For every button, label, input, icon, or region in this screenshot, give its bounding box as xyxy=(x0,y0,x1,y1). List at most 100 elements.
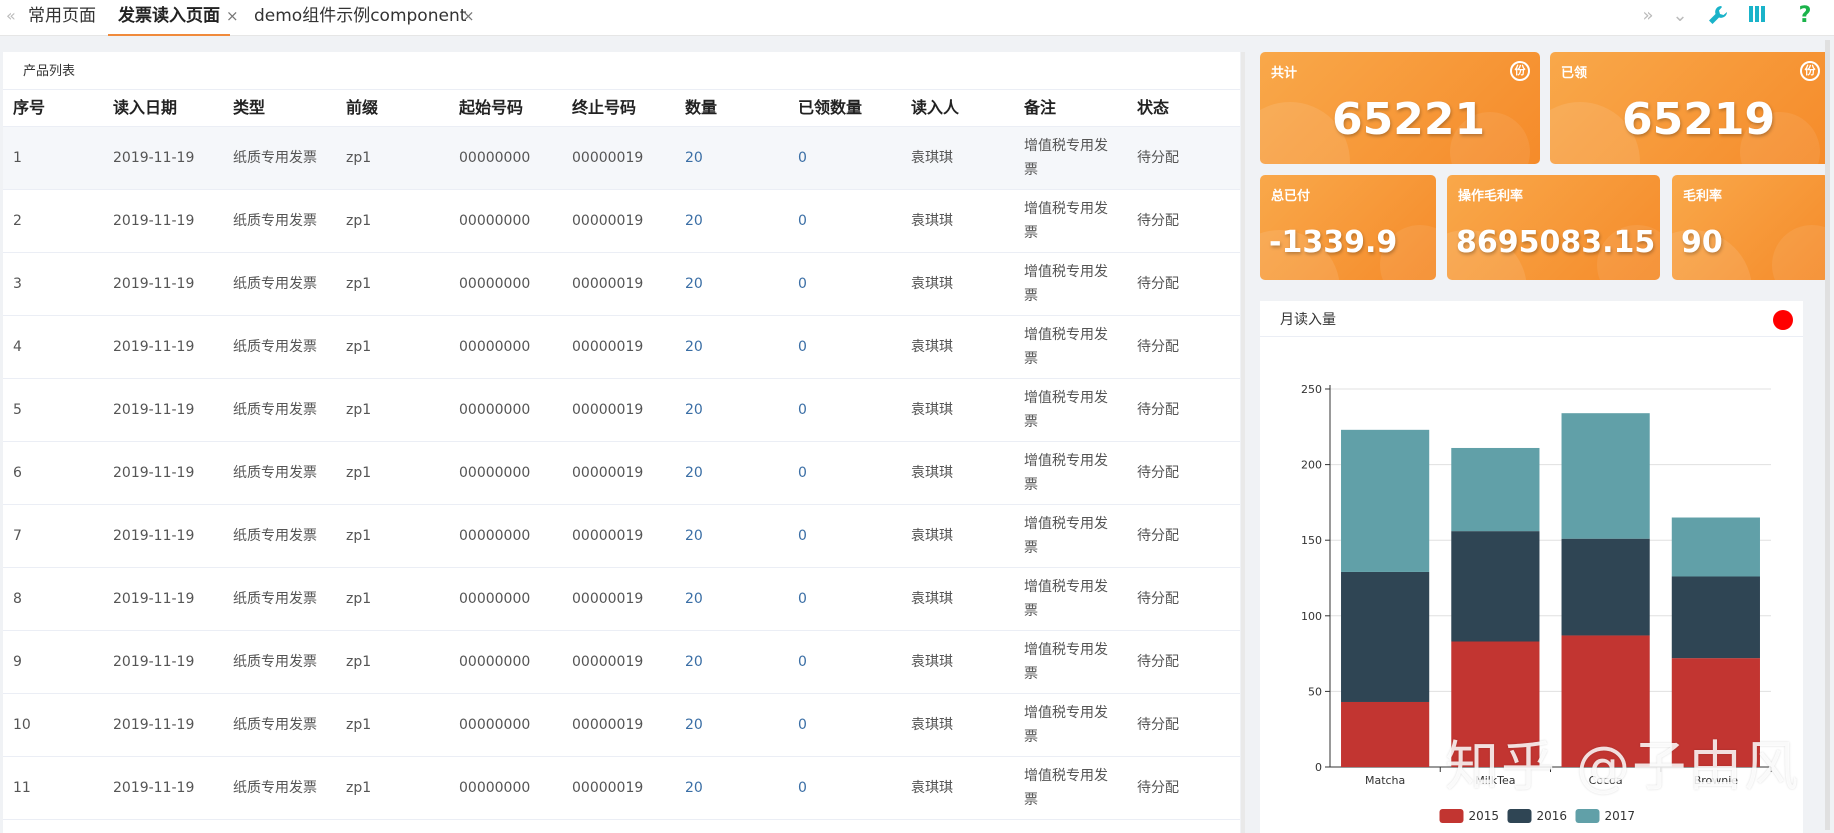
stat-badge-icon: 份 xyxy=(1510,61,1530,81)
cell-type: 纸质专用发票 xyxy=(233,465,317,481)
cell-status: 待分配 xyxy=(1137,150,1179,166)
column-header[interactable]: 读入日期 xyxy=(113,90,177,126)
column-header[interactable]: 序号 xyxy=(13,90,45,126)
cell-date: 2019-11-19 xyxy=(113,528,195,544)
table-row[interactable]: 2 2019-11-19 纸质专用发票 zp1 00000000 00000019 20 0 袁… xyxy=(3,190,1240,253)
stat-label: 总已付 xyxy=(1271,189,1311,204)
scrollbar[interactable] xyxy=(1241,52,1245,833)
cell-quantity: 20 xyxy=(685,591,703,607)
bar-segment-2016 xyxy=(1561,538,1650,636)
y-tick-label: 50 xyxy=(1308,685,1322,698)
cell-claimed: 0 xyxy=(798,339,807,355)
table-row[interactable]: 4 2019-11-19 纸质专用发票 zp1 00000000 00000019 20 0 袁… xyxy=(3,316,1240,379)
cell-prefix: zp1 xyxy=(346,213,372,229)
y-tick-label: 200 xyxy=(1301,459,1322,472)
table-row[interactable]: 7 2019-11-19 纸质专用发票 zp1 00000000 00000019 20 0 袁… xyxy=(3,505,1240,568)
cell-date: 2019-11-19 xyxy=(113,465,195,481)
cell-start-no: 00000000 xyxy=(459,150,531,166)
cell-prefix: zp1 xyxy=(346,591,372,607)
cell-date: 2019-11-19 xyxy=(113,402,195,418)
cell-date: 2019-11-19 xyxy=(113,780,195,796)
cell-remark: 增值税专用发票 xyxy=(1024,201,1108,241)
table-row[interactable]: 3 2019-11-19 纸质专用发票 zp1 00000000 00000019 20 0 袁… xyxy=(3,253,1240,316)
column-header[interactable]: 类型 xyxy=(233,90,265,126)
column-header[interactable]: 前缀 xyxy=(346,90,378,126)
table-row[interactable]: 9 2019-11-19 纸质专用发票 zp1 00000000 00000019 20 0 袁… xyxy=(3,631,1240,694)
cell-type: 纸质专用发票 xyxy=(233,591,317,607)
cell-status: 待分配 xyxy=(1137,528,1179,544)
cell-end-no: 00000019 xyxy=(572,780,644,796)
cell-start-no: 00000000 xyxy=(459,591,531,607)
cell-reader: 袁琪琪 xyxy=(911,150,953,166)
column-header[interactable]: 备注 xyxy=(1024,90,1056,126)
cell-reader: 袁琪琪 xyxy=(911,276,953,292)
cell-remark: 增值税专用发票 xyxy=(1024,138,1108,178)
cell-date: 2019-11-19 xyxy=(113,150,195,166)
status-dot[interactable] xyxy=(1773,310,1793,330)
cell-prefix: zp1 xyxy=(346,528,372,544)
table-row[interactable]: 5 2019-11-19 纸质专用发票 zp1 00000000 00000019 20 0 袁… xyxy=(3,379,1240,442)
stat-card-paid: 总已付 -1339.9 xyxy=(1260,175,1436,280)
help-icon[interactable]: ? xyxy=(1793,4,1817,28)
double-chevron-right-icon[interactable]: » xyxy=(1636,4,1660,28)
cell-index: 8 xyxy=(13,591,22,607)
cell-type: 纸质专用发票 xyxy=(233,780,317,796)
cell-prefix: zp1 xyxy=(346,654,372,670)
cell-status: 待分配 xyxy=(1137,276,1179,292)
cell-remark: 增值税专用发票 xyxy=(1024,579,1108,619)
cell-reader: 袁琪琪 xyxy=(911,339,953,355)
legend-swatch xyxy=(1507,809,1532,823)
table-row[interactable]: 1 2019-11-19 纸质专用发票 zp1 00000000 00000019 20 0 袁… xyxy=(3,127,1240,190)
cell-claimed: 0 xyxy=(798,591,807,607)
cell-date: 2019-11-19 xyxy=(113,276,195,292)
wrench-icon[interactable] xyxy=(1706,4,1730,33)
column-header[interactable]: 读入人 xyxy=(911,90,959,126)
cell-type: 纸质专用发票 xyxy=(233,150,317,166)
bar-segment-2017 xyxy=(1671,517,1760,577)
stat-value: 8695083.15 xyxy=(1456,225,1656,260)
column-header[interactable]: 终止号码 xyxy=(572,90,636,126)
cell-remark: 增值税专用发票 xyxy=(1024,390,1108,430)
cell-index: 2 xyxy=(13,213,22,229)
columns-icon[interactable] xyxy=(1745,4,1769,31)
close-icon[interactable]: × xyxy=(462,0,475,32)
column-header[interactable]: 已领数量 xyxy=(798,90,862,126)
chevron-down-icon[interactable]: ⌄ xyxy=(1668,4,1692,28)
cell-date: 2019-11-19 xyxy=(113,213,195,229)
table-header: 序号 读入日期 类型 前缀 起始号码 终止号码 数量 已领数量 读入人 备注 状… xyxy=(3,89,1240,127)
legend-label: 2016 xyxy=(1537,809,1568,823)
scrollbar[interactable] xyxy=(1825,40,1830,830)
column-header[interactable]: 状态 xyxy=(1137,90,1169,126)
table-row[interactable]: 11 2019-11-19 纸质专用发票 zp1 00000000 00000019 20 0… xyxy=(3,757,1240,820)
cell-reader: 袁琪琪 xyxy=(911,465,953,481)
cell-index: 10 xyxy=(13,717,31,733)
stat-label: 共计 xyxy=(1271,66,1298,81)
cell-start-no: 00000000 xyxy=(459,465,531,481)
table-row[interactable]: 6 2019-11-19 纸质专用发票 zp1 00000000 00000019 20 0 袁… xyxy=(3,442,1240,505)
cell-end-no: 00000019 xyxy=(572,150,644,166)
double-chevron-left-icon[interactable]: « xyxy=(6,6,16,25)
stat-value: 90 xyxy=(1681,225,1723,260)
cell-start-no: 00000000 xyxy=(459,780,531,796)
cell-index: 1 xyxy=(13,150,22,166)
table-row[interactable]: 10 2019-11-19 纸质专用发票 zp1 00000000 00000019 20 0… xyxy=(3,694,1240,757)
cell-reader: 袁琪琪 xyxy=(911,654,953,670)
tab-invoice-read[interactable]: 发票读入页面 xyxy=(108,0,230,36)
cell-type: 纸质专用发票 xyxy=(233,276,317,292)
column-header[interactable]: 起始号码 xyxy=(459,90,523,126)
column-header[interactable]: 数量 xyxy=(685,90,717,126)
table-row[interactable]: 8 2019-11-19 纸质专用发票 zp1 00000000 00000019 20 0 袁… xyxy=(3,568,1240,631)
close-icon[interactable]: × xyxy=(226,0,239,32)
cell-quantity: 20 xyxy=(685,339,703,355)
cell-claimed: 0 xyxy=(798,213,807,229)
cell-quantity: 20 xyxy=(685,528,703,544)
tab-demo-component[interactable]: demo组件示例component xyxy=(254,0,466,36)
bar-segment-2016 xyxy=(1671,576,1760,659)
stat-label: 操作毛利率 xyxy=(1458,189,1524,204)
tab-bar: « 常用页面 发票读入页面 × demo组件示例component × » ⌄ … xyxy=(0,0,1834,36)
cell-quantity: 20 xyxy=(685,780,703,796)
cell-index: 5 xyxy=(13,402,22,418)
cell-quantity: 20 xyxy=(685,213,703,229)
cell-status: 待分配 xyxy=(1137,654,1179,670)
tab-common-page[interactable]: 常用页面 xyxy=(28,0,96,36)
